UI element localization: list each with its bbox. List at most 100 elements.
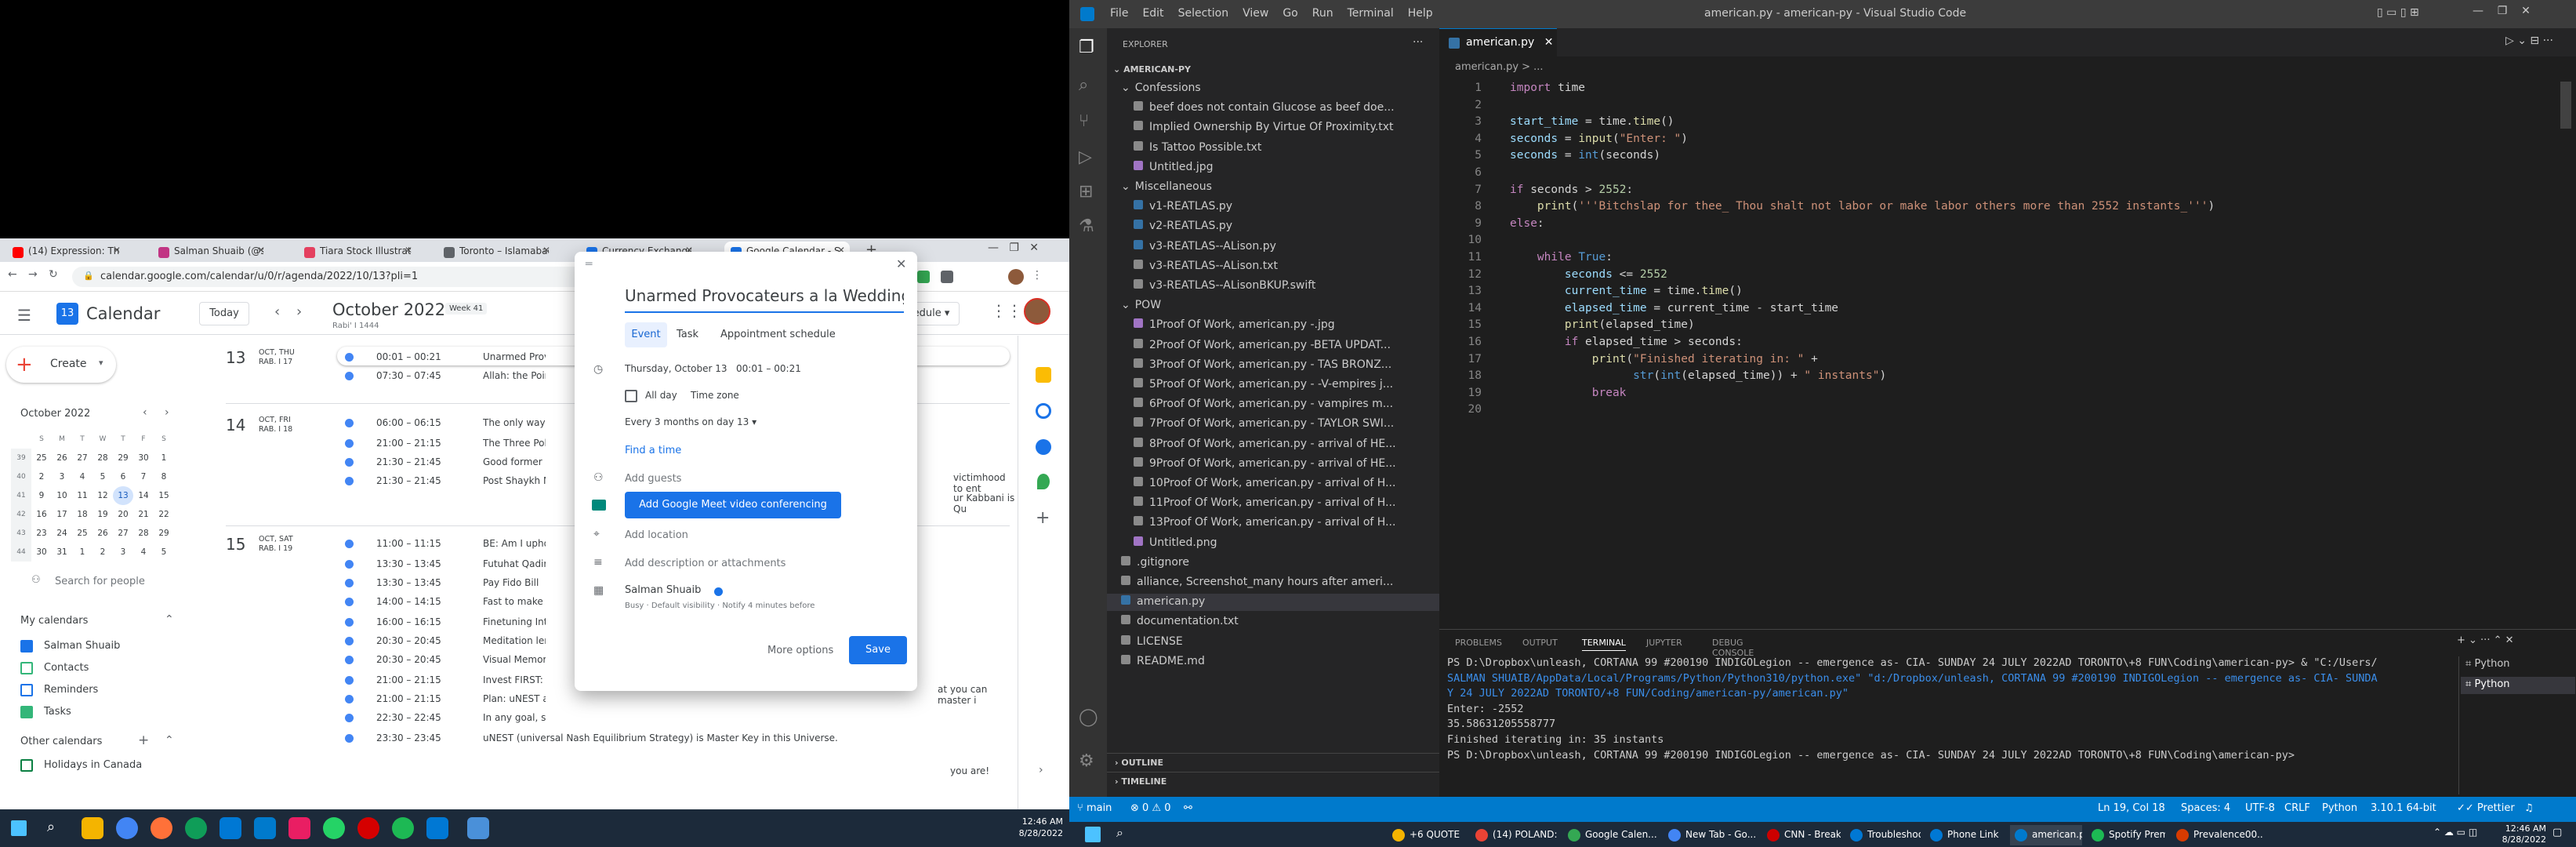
tree-file[interactable]: v3-REATLAS--ALisonBKUP.swift: [1107, 278, 1439, 295]
mini-day[interactable]: 30: [133, 449, 154, 467]
menu-item[interactable]: Help: [1408, 7, 1433, 20]
tree-file[interactable]: Untitled.png: [1107, 535, 1439, 552]
live-share-icon[interactable]: ⚯: [1184, 802, 1192, 814]
problems-count[interactable]: ⊗ 0 ⚠ 0: [1130, 802, 1171, 814]
extensions-icon[interactable]: ⊞: [1079, 182, 1093, 202]
layout-controls[interactable]: ▯ ▭ ▯ ⊞: [2377, 6, 2419, 19]
calendar-item[interactable]: Reminders: [20, 682, 193, 700]
mini-day[interactable]: 8: [154, 467, 174, 486]
recurrence-select[interactable]: Every 3 months on day 13 ▾: [625, 416, 756, 427]
get-addons-icon[interactable]: +: [1036, 508, 1050, 528]
profile-avatar[interactable]: [1008, 269, 1024, 285]
checkbox[interactable]: [20, 640, 33, 653]
source-control-icon[interactable]: ⑂: [1079, 111, 1089, 131]
mini-day[interactable]: 29: [113, 449, 133, 467]
tasks-icon[interactable]: [1036, 403, 1051, 419]
editor-tab[interactable]: american.py ✕: [1439, 28, 1557, 56]
all-day-checkbox[interactable]: [625, 390, 637, 402]
close-icon[interactable]: ✕: [257, 245, 265, 256]
code-line[interactable]: else:: [1510, 217, 1544, 230]
run-python-icon[interactable]: ▷ ⌄ ⊟ ···: [2505, 35, 2553, 47]
terminal-session[interactable]: ⌗ Python: [2465, 658, 2510, 670]
tree-folder[interactable]: ⌄ Confessions: [1107, 80, 1439, 97]
code-line[interactable]: import time: [1510, 82, 1585, 94]
collapse-icon[interactable]: ⌃: [165, 734, 174, 747]
code-line[interactable]: print('''Bitchslap for thee_ Thou shalt …: [1510, 200, 2215, 213]
panel-tab[interactable]: TERMINAL: [1582, 638, 1626, 651]
create-button[interactable]: + Create ▾: [6, 347, 116, 383]
mini-day[interactable]: 28: [93, 449, 113, 467]
workspace-root[interactable]: ⌄ AMERICAN-PY: [1113, 64, 1191, 75]
add-description-input[interactable]: Add description or attachments: [625, 558, 785, 569]
event-row[interactable]: 21:00 – 21:15 Plan: uNEST appl...: [345, 692, 972, 707]
calendar-item[interactable]: Contacts: [20, 660, 193, 678]
search-icon[interactable]: ⌕: [1116, 825, 1123, 841]
close-icon[interactable]: ✕: [405, 245, 412, 256]
explorer-icon[interactable]: ❐: [1079, 38, 1094, 57]
add-calendar-icon[interactable]: +: [138, 732, 149, 748]
mini-day[interactable]: 12: [93, 486, 113, 505]
end-time-field[interactable]: 00:21: [774, 363, 801, 374]
owner-name[interactable]: Salman Shuaib: [625, 584, 701, 596]
add-meet-button[interactable]: Add Google Meet video conferencing: [625, 492, 841, 518]
mini-day[interactable]: 2: [93, 543, 113, 562]
code-line[interactable]: if elapsed_time > seconds:: [1510, 336, 1743, 348]
maps-icon[interactable]: [1037, 474, 1050, 489]
reload-icon[interactable]: ↻: [49, 268, 58, 281]
taskbar-app-button[interactable]: Google Calen...: [1563, 825, 1657, 845]
tab-appointment[interactable]: Appointment schedule: [720, 329, 836, 340]
mini-prev-icon[interactable]: ‹: [143, 406, 147, 419]
tree-file[interactable]: README.md: [1107, 653, 1439, 671]
mini-day[interactable]: 2: [31, 467, 52, 486]
tree-folder[interactable]: ⌄ POW: [1107, 297, 1439, 314]
calendar-item[interactable]: Holidays in Canada: [20, 758, 193, 775]
calendar-item[interactable]: Tasks: [20, 704, 193, 722]
mini-day[interactable]: 1: [72, 543, 93, 562]
event-row[interactable]: 23:30 – 23:45 uNEST (universal Nash Equi…: [345, 731, 972, 747]
mini-day[interactable]: 25: [31, 449, 52, 467]
close-icon[interactable]: ✕: [542, 245, 550, 256]
date-field[interactable]: Thursday, October 13: [625, 363, 727, 374]
firefox-icon[interactable]: [151, 817, 172, 839]
mini-day[interactable]: 4: [72, 467, 93, 486]
code-line[interactable]: break: [1510, 387, 1627, 399]
code-line[interactable]: print(elapsed_time): [1510, 318, 1695, 331]
forward-icon[interactable]: →: [28, 268, 38, 281]
git-branch[interactable]: ⑂ main: [1077, 802, 1112, 814]
tree-file[interactable]: v3-REATLAS--ALison.py: [1107, 238, 1439, 256]
more-options-button[interactable]: More options: [767, 645, 833, 656]
mini-day[interactable]: 10: [52, 486, 72, 505]
time-zone-link[interactable]: Time zone: [691, 390, 739, 401]
mini-day[interactable]: 15: [154, 486, 174, 505]
tree-file[interactable]: 6Proof Of Work, american.py - vampires m…: [1107, 396, 1439, 413]
indentation[interactable]: Spaces: 4: [2181, 802, 2230, 814]
start-time-field[interactable]: 00:01: [736, 363, 764, 374]
taskbar-app-button[interactable]: +6 QUOTE: [1388, 825, 1466, 845]
mini-day[interactable]: 28: [133, 524, 154, 543]
tree-file[interactable]: american.py: [1107, 594, 1439, 612]
tree-file[interactable]: alliance, Screenshot_many hours after am…: [1107, 574, 1439, 591]
close-icon[interactable]: ✕: [113, 245, 121, 256]
tree-file[interactable]: documentation.txt: [1107, 613, 1439, 631]
mini-day[interactable]: 19: [93, 505, 113, 524]
tree-file[interactable]: v2-REATLAS.py: [1107, 218, 1439, 235]
add-guests-input[interactable]: Add guests: [625, 473, 681, 485]
prettier-status[interactable]: ✓✓ Prettier: [2457, 802, 2515, 814]
close-icon[interactable]: ✕: [1544, 36, 1554, 49]
window-controls[interactable]: — ❐ ✕: [988, 242, 1039, 254]
tree-file[interactable]: 11Proof Of Work, american.py - arrival o…: [1107, 495, 1439, 512]
find-time-link[interactable]: Find a time: [625, 445, 681, 456]
taskbar-app-button[interactable]: Phone Link: [1925, 825, 2004, 845]
tree-file[interactable]: Untitled.jpg: [1107, 159, 1439, 176]
mini-day[interactable]: 18: [72, 505, 93, 524]
mini-day[interactable]: 25: [72, 524, 93, 543]
account-avatar[interactable]: [1024, 298, 1050, 325]
notifications-bell-icon[interactable]: ♫: [2524, 802, 2534, 814]
panel-tab[interactable]: JUPYTER: [1646, 638, 1682, 648]
whatsapp-icon[interactable]: [323, 817, 345, 839]
code-line[interactable]: seconds = int(seconds): [1510, 149, 1660, 162]
spotify-icon[interactable]: [392, 817, 414, 839]
prev-arrow-icon[interactable]: ‹: [274, 304, 280, 320]
code-line[interactable]: while True:: [1510, 251, 1613, 264]
window-controls[interactable]: — ❐ ✕: [2473, 5, 2531, 17]
